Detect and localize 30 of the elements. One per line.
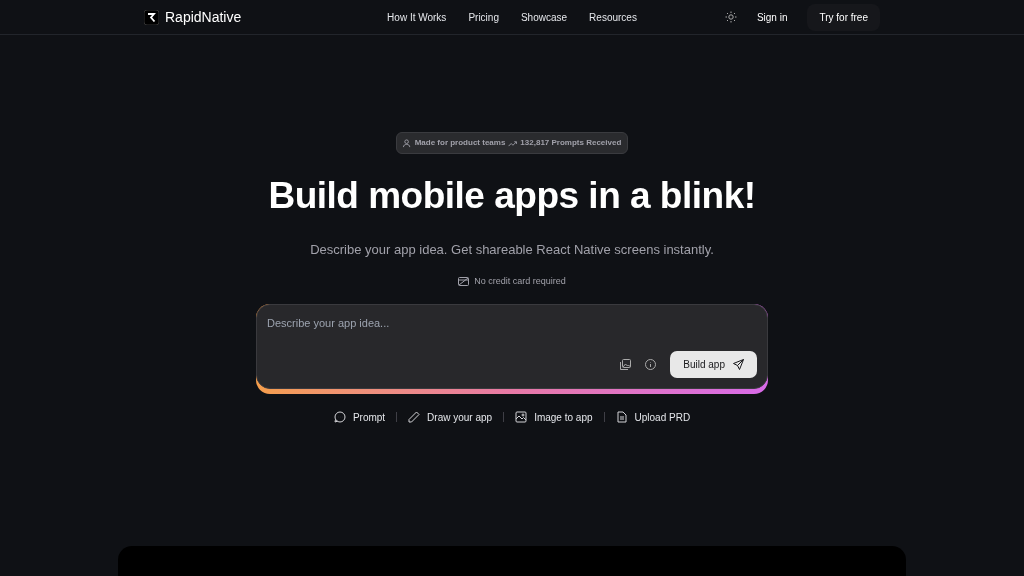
nav-link[interactable]: Resources bbox=[589, 9, 637, 25]
info-icon[interactable] bbox=[645, 358, 657, 370]
chat-bubble-icon bbox=[333, 411, 346, 423]
mode-option[interactable]: Upload PRD bbox=[615, 409, 691, 425]
logo-text[interactable]: RapidNative bbox=[165, 6, 242, 28]
users-icon bbox=[402, 138, 412, 148]
nav-link[interactable]: How It Works bbox=[387, 9, 447, 25]
badge-text: Made for product teams bbox=[414, 137, 506, 149]
send-icon bbox=[733, 358, 744, 370]
sun-icon[interactable] bbox=[724, 11, 737, 23]
hero-title: Build mobile apps in a blink! bbox=[268, 174, 756, 218]
pencil-icon bbox=[408, 411, 421, 423]
mode-option[interactable]: Prompt bbox=[333, 409, 386, 425]
document-icon bbox=[615, 411, 628, 423]
prompt-input[interactable]: Describe your app idea... Build app bbox=[256, 303, 768, 389]
image-icon bbox=[515, 411, 528, 423]
no-credit-card-note: No credit card required bbox=[474, 275, 566, 288]
badge-count: 132,817 Prompts Received bbox=[520, 137, 622, 149]
card-off-icon bbox=[458, 277, 470, 287]
mode-option[interactable]: Image to app bbox=[515, 409, 593, 425]
nav-link[interactable]: Showcase bbox=[520, 9, 568, 25]
trend-icon bbox=[508, 139, 518, 147]
try-for-free-button[interactable]: Try for free bbox=[807, 3, 880, 31]
sign-in-link[interactable]: Sign in bbox=[748, 9, 796, 25]
logo-icon bbox=[144, 9, 159, 25]
nav-link[interactable]: Pricing bbox=[468, 9, 499, 25]
build-app-button[interactable]: Build app bbox=[670, 350, 757, 378]
mode-option[interactable]: Draw your app bbox=[408, 409, 493, 425]
image-upload-icon[interactable] bbox=[620, 358, 632, 370]
hero-subtitle: Describe your app idea. Get shareable React Native screens instantly. bbox=[310, 240, 714, 259]
